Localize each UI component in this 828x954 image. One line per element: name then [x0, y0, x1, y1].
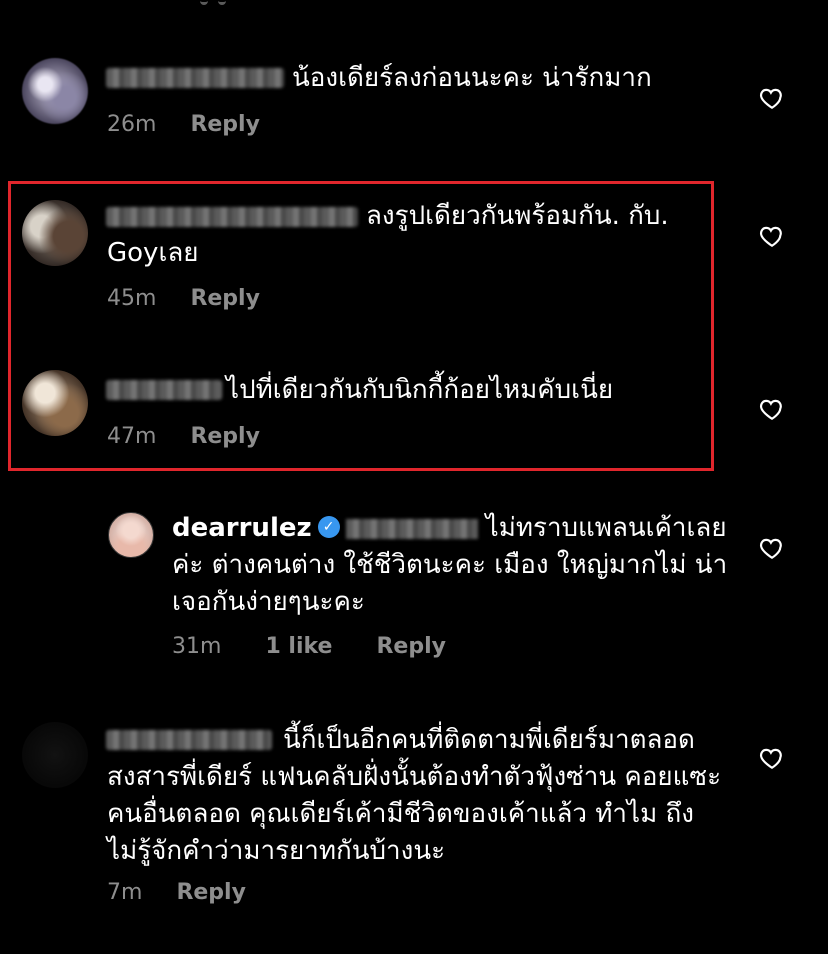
avatar[interactable] — [108, 512, 154, 558]
avatar[interactable] — [22, 200, 88, 266]
avatar[interactable] — [22, 370, 88, 436]
heart-icon[interactable] — [759, 223, 785, 249]
comment-text: ลงรูปเดียวกันพร้อมกัน. กับ. Goyเลย — [107, 201, 669, 268]
avatar[interactable] — [22, 58, 88, 124]
comment-text: น้องเดียร์ลงก่อนนะคะ น่ารักมาก — [292, 63, 652, 93]
comment-timestamp: 31m — [172, 634, 222, 659]
blurred-username[interactable] — [106, 380, 222, 400]
blurred-username[interactable] — [106, 68, 284, 88]
comment-timestamp: 47m — [107, 424, 157, 449]
comment-text: ไปที่เดียวกันกับนิกกี้ก้อยไหมคับเนี่ย — [226, 375, 614, 405]
verified-badge-icon: ✓ — [317, 515, 340, 538]
comment-timestamp: 7m — [107, 880, 143, 905]
heart-icon[interactable] — [759, 85, 785, 111]
blurred-mention[interactable] — [345, 518, 478, 539]
avatar[interactable] — [22, 722, 88, 788]
comment-timestamp: 26m — [107, 112, 157, 137]
reply-comment-body: dearrulez ✓ ไม่ทราบแพลนเค้าเลยค่ะ ต่างคนต่… — [172, 510, 732, 621]
reply-button[interactable]: Reply — [376, 634, 446, 659]
comment-text: นี้ก็เป็นอีกคนที่ติดตามพี่เดียร์มาตลอด ส… — [107, 725, 722, 866]
comment-username[interactable]: dearrulez — [172, 513, 312, 543]
reply-button[interactable]: Reply — [176, 880, 246, 905]
reply-button[interactable]: Reply — [190, 286, 260, 311]
previous-comment-fragment — [200, 0, 240, 5]
heart-icon[interactable] — [759, 535, 785, 561]
likes-count[interactable]: 1 like — [265, 634, 332, 659]
reply-button[interactable]: Reply — [190, 424, 260, 449]
comment-timestamp: 45m — [107, 286, 157, 311]
heart-icon[interactable] — [759, 745, 785, 771]
heart-icon[interactable] — [759, 396, 785, 422]
reply-button[interactable]: Reply — [190, 112, 260, 137]
